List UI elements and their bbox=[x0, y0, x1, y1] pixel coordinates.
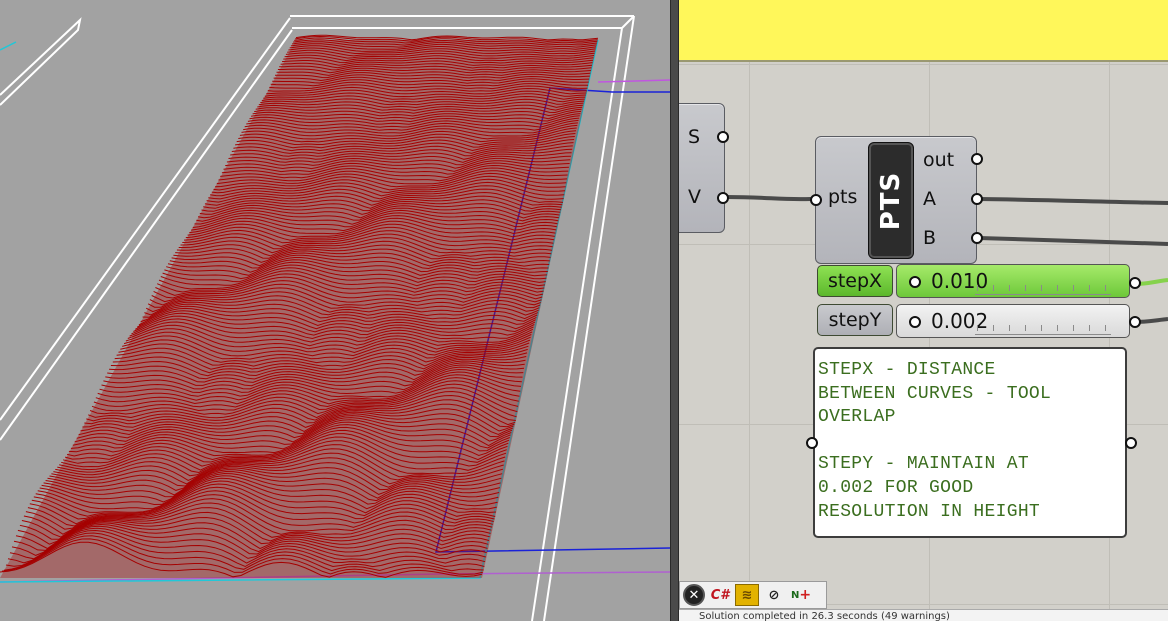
note-text: STEPX - DISTANCE BETWEEN CURVES - TOOL O… bbox=[818, 360, 1052, 522]
number-icon[interactable]: N + bbox=[789, 584, 813, 606]
status-bar: Solution completed in 26.3 seconds (49 w… bbox=[679, 609, 1168, 621]
output-grip-a[interactable] bbox=[971, 193, 983, 205]
port-v-label: V bbox=[688, 186, 701, 208]
output-grip-stepy[interactable] bbox=[1129, 316, 1141, 328]
output-grip-b[interactable] bbox=[971, 232, 983, 244]
slider-stepy-knob[interactable] bbox=[909, 316, 921, 328]
note-input-grip[interactable] bbox=[806, 437, 818, 449]
preview-icon[interactable]: ≋ bbox=[735, 584, 759, 606]
slider-stepy-label[interactable]: stepY bbox=[817, 304, 893, 336]
output-grip-stepx[interactable] bbox=[1129, 277, 1141, 289]
csharp-icon[interactable]: C# bbox=[708, 584, 732, 606]
grasshopper-canvas[interactable]: S V pts PTS out A B stepX 0.010 stepY 0.… bbox=[679, 0, 1168, 621]
output-grip-s[interactable] bbox=[717, 131, 729, 143]
pts-component-title[interactable]: PTS bbox=[868, 142, 914, 259]
note-output-grip[interactable] bbox=[1125, 437, 1137, 449]
slider-stepx-knob[interactable] bbox=[909, 276, 921, 288]
output-a-label: A bbox=[923, 188, 936, 210]
viewport-3d-scene[interactable] bbox=[0, 0, 670, 621]
pts-component[interactable]: pts PTS out A B bbox=[810, 136, 983, 264]
input-pts-label: pts bbox=[828, 186, 858, 208]
output-grip-v[interactable] bbox=[717, 192, 729, 204]
status-text: Solution completed in 26.3 seconds (49 w… bbox=[699, 611, 950, 621]
output-out-label: out bbox=[923, 149, 955, 171]
port-s-label: S bbox=[688, 126, 701, 148]
output-grip-out[interactable] bbox=[971, 153, 983, 165]
close-icon[interactable]: ✕ bbox=[683, 584, 705, 606]
slider-stepx[interactable]: 0.010 bbox=[896, 264, 1130, 298]
panel-splitter[interactable] bbox=[670, 0, 679, 621]
note-panel[interactable]: STEPX - DISTANCE BETWEEN CURVES - TOOL O… bbox=[813, 347, 1127, 538]
partial-component[interactable]: S V bbox=[679, 103, 729, 233]
rhino-viewport[interactable] bbox=[0, 0, 670, 621]
slider-stepy-track[interactable] bbox=[975, 328, 1111, 335]
slider-stepy[interactable]: 0.002 bbox=[896, 304, 1130, 338]
input-grip-pts[interactable] bbox=[810, 194, 822, 206]
output-b-label: B bbox=[923, 227, 937, 249]
link-icon[interactable]: ⊘ bbox=[762, 584, 786, 606]
slider-stepx-track[interactable] bbox=[975, 288, 1111, 295]
canvas-toolbar: ✕ C# ≋ ⊘ N + bbox=[679, 581, 827, 609]
terrain-mesh[interactable] bbox=[0, 34, 599, 578]
slider-stepx-label[interactable]: stepX bbox=[817, 265, 893, 297]
